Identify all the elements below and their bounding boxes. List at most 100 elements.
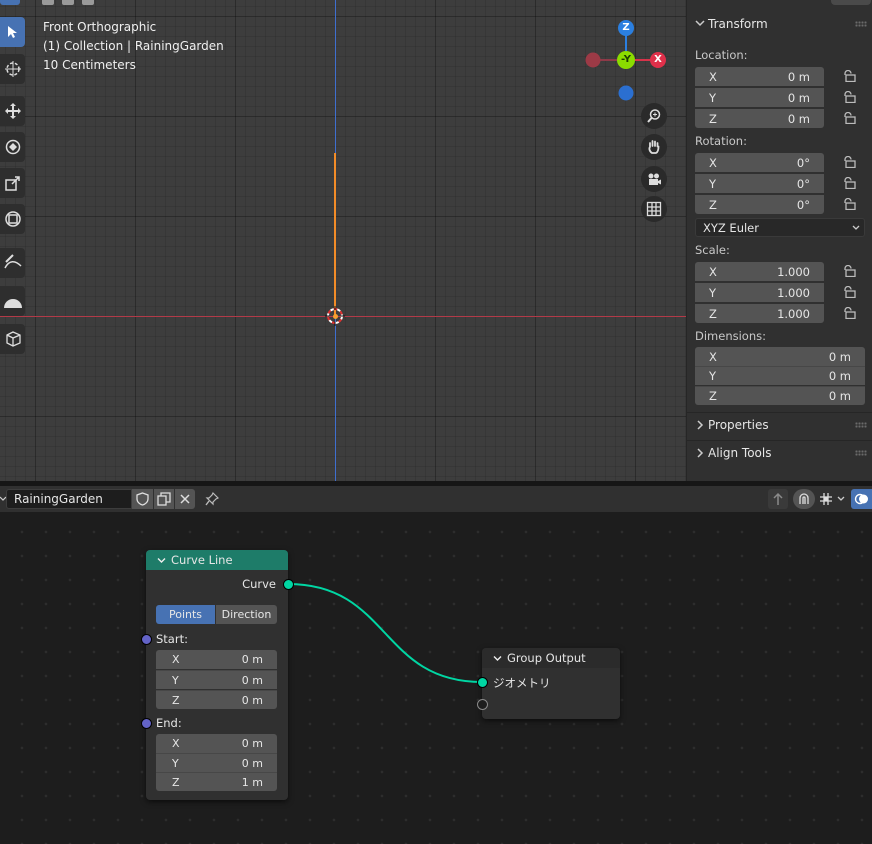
duplicate-tree-button[interactable]	[154, 489, 174, 509]
node-tree-name-field[interactable]: RainingGarden	[6, 489, 132, 509]
pencil-icon	[3, 254, 22, 269]
drag-handle-icon[interactable]	[855, 21, 867, 27]
end-label: End:	[156, 716, 182, 730]
viewport-header-button[interactable]	[82, 0, 94, 5]
overlays-toggle[interactable]	[851, 489, 872, 509]
empty-input-socket[interactable]	[477, 699, 488, 710]
start-x-field[interactable]: X0 m	[156, 650, 277, 669]
move-tool-button[interactable]	[0, 96, 25, 126]
unlink-tree-button[interactable]	[175, 489, 195, 509]
rotation-z-field[interactable]: Z 0°	[695, 195, 824, 214]
lock-icon[interactable]	[842, 286, 856, 298]
dimensions-y-field[interactable]: Y0 m	[695, 366, 865, 385]
drag-handle-icon[interactable]	[855, 422, 867, 428]
selected-curve-object[interactable]	[334, 153, 336, 317]
annotate-tool-button[interactable]	[0, 248, 25, 278]
start-z-field[interactable]: Z0 m	[156, 690, 277, 709]
lock-icon[interactable]	[842, 70, 856, 82]
group-output-node[interactable]: Group Output ジオメトリ	[477, 648, 620, 719]
curve-line-node-header[interactable]: Curve Line	[146, 550, 288, 570]
end-y-field[interactable]: Y0 m	[156, 753, 277, 772]
rotation-y-field[interactable]: Y 0°	[695, 174, 824, 193]
scale-x-field[interactable]: X 1.000	[695, 262, 824, 281]
gizmo-neg-y-button[interactable]: -Y	[617, 51, 635, 69]
node-editor-header: RainingGarden	[0, 485, 872, 513]
chevron-down-icon	[695, 20, 705, 27]
lock-icon[interactable]	[842, 265, 856, 277]
pin-button[interactable]	[202, 489, 222, 509]
3d-viewport[interactable]: Front Orthographic (1) Collection | Rain…	[0, 0, 686, 481]
select-tool-button[interactable]	[0, 17, 25, 47]
node-link-curve-to-geometry[interactable]	[0, 512, 872, 844]
chevron-down-icon	[837, 496, 845, 501]
move-arrows-icon	[4, 103, 21, 119]
transform-tool-button[interactable]	[0, 204, 25, 234]
drag-handle-icon[interactable]	[855, 450, 867, 456]
pin-icon	[205, 492, 219, 506]
transform-panel-header[interactable]: Transform	[687, 12, 872, 34]
scale-z-field[interactable]: Z 1.000	[695, 304, 824, 323]
close-icon	[180, 494, 190, 504]
lock-icon[interactable]	[842, 91, 856, 103]
lock-icon[interactable]	[842, 156, 856, 168]
properties-panel-header[interactable]: Properties	[687, 412, 872, 435]
align-tools-panel-header[interactable]: Align Tools	[687, 440, 872, 463]
curve-line-node[interactable]: Curve Line Curve Points Direction Start:…	[141, 550, 294, 800]
grid-scale-label: 10 Centimeters	[43, 58, 136, 72]
parent-node-tree-button[interactable]	[768, 489, 788, 509]
start-y-field[interactable]: Y0 m	[156, 670, 277, 689]
chevron-down-icon[interactable]	[157, 557, 166, 564]
lock-icon[interactable]	[842, 307, 856, 319]
curve-output-socket[interactable]	[283, 579, 294, 590]
snap-mode-dropdown[interactable]	[817, 489, 847, 509]
location-y-field[interactable]: Y0 m	[695, 88, 824, 107]
snapping-toggle[interactable]	[793, 489, 815, 509]
fake-user-button[interactable]	[132, 489, 153, 509]
viewport-header-button[interactable]	[62, 0, 74, 5]
grid-icon	[646, 201, 662, 217]
zoom-view-button[interactable]	[641, 103, 667, 129]
camera-view-button[interactable]	[641, 166, 667, 192]
node-editor-canvas[interactable]: Curve Line Curve Points Direction Start:…	[0, 512, 872, 844]
mode-direction-button[interactable]: Direction	[216, 605, 277, 624]
properties-panel-title: Properties	[708, 418, 769, 432]
add-cube-tool-button[interactable]	[0, 324, 25, 354]
navigation-gizmo[interactable]: Z -Y X	[580, 16, 670, 106]
sidebar-transform-panel: Transform Location: X0 m Y0 m Z0 m Rotat…	[686, 0, 872, 481]
rotation-x-field[interactable]: X 0°	[695, 153, 824, 172]
end-input-socket[interactable]	[141, 718, 152, 729]
cursor-tool-button[interactable]	[0, 54, 25, 84]
scale-y-field[interactable]: Y 1.000	[695, 283, 824, 302]
pan-view-button[interactable]	[641, 134, 667, 160]
hand-icon	[648, 140, 660, 154]
lock-icon[interactable]	[842, 177, 856, 189]
camera-icon	[648, 173, 661, 185]
measure-tool-button[interactable]	[0, 286, 25, 316]
scale-tool-button[interactable]	[0, 168, 25, 198]
location-z-field[interactable]: Z0 m	[695, 109, 824, 128]
3d-cursor[interactable]	[325, 306, 345, 326]
viewport-header-button[interactable]	[0, 0, 20, 5]
dimensions-z-field[interactable]: Z0 m	[695, 386, 865, 405]
sidebar-tab-edge[interactable]	[831, 0, 871, 5]
scale-icon	[4, 176, 20, 191]
magnifier-plus-icon	[647, 109, 661, 123]
toggle-ortho-button[interactable]	[641, 196, 667, 222]
mode-points-button[interactable]: Points	[156, 605, 215, 624]
lock-icon[interactable]	[842, 112, 856, 124]
end-x-field[interactable]: X0 m	[156, 734, 277, 753]
lock-icon[interactable]	[842, 198, 856, 210]
start-input-socket[interactable]	[141, 634, 152, 645]
location-x-field[interactable]: X0 m	[695, 67, 824, 86]
gizmo-z-button[interactable]: Z	[618, 20, 634, 36]
rotation-mode-dropdown[interactable]: XYZ Euler	[695, 218, 865, 237]
geometry-input-socket[interactable]	[477, 677, 488, 688]
viewport-header-button[interactable]	[42, 0, 54, 5]
end-z-field[interactable]: Z1 m	[156, 772, 277, 791]
dimensions-x-field[interactable]: X0 m	[695, 347, 865, 366]
chevron-down-icon[interactable]	[493, 655, 502, 662]
gizmo-x-button[interactable]: X	[650, 52, 666, 68]
rotate-tool-button[interactable]	[0, 132, 25, 162]
curve-line-node-title: Curve Line	[171, 553, 233, 567]
group-output-node-header[interactable]: Group Output	[482, 648, 620, 668]
